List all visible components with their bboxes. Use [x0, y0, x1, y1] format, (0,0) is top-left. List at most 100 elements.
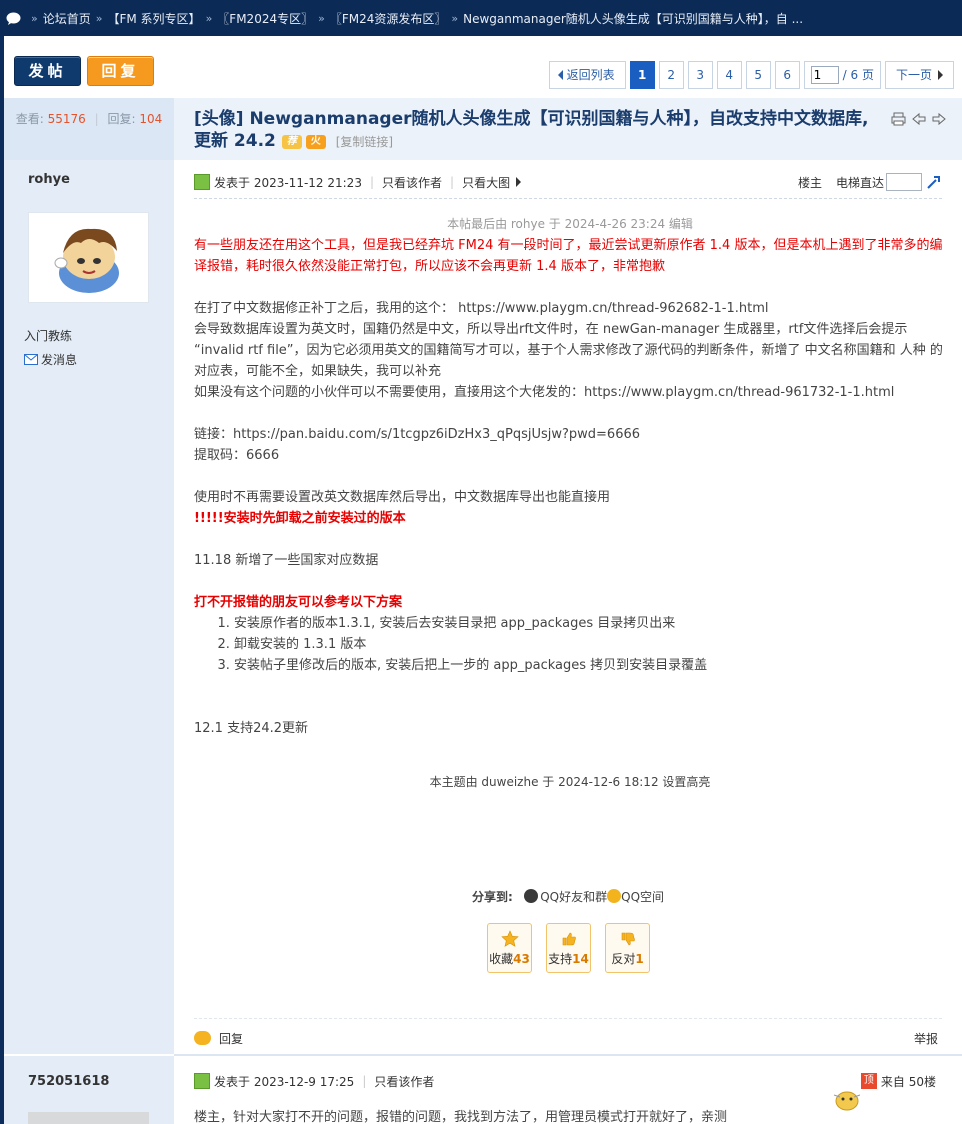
arrow-right-icon — [938, 70, 943, 80]
support-label: 支持 — [548, 952, 573, 966]
next-thread-icon[interactable] — [932, 112, 946, 126]
page-3[interactable]: 3 — [687, 61, 713, 89]
oppose-button[interactable]: 反对1 — [605, 923, 650, 973]
back-to-list-button[interactable]: 返回列表 — [548, 61, 626, 89]
post-date-2: 发表于 2023-12-9 17:25 — [214, 1074, 355, 1089]
arrow-left-icon — [557, 70, 563, 80]
views-count: 55176 — [47, 112, 86, 126]
update-note: 12.1 支持24.2更新 — [194, 721, 309, 736]
fix-steps: 安装原作者的版本1.3.1, 安装后去安装目录把 app_packages 目录… — [234, 613, 946, 676]
report-link[interactable]: 举报 — [914, 1030, 938, 1047]
elevator-input[interactable] — [886, 173, 922, 191]
page-4[interactable]: 4 — [716, 61, 742, 89]
author-name-2[interactable]: 752051618 — [28, 1074, 109, 1089]
thread-title-bar: [头像] Newganmanager随机人头像生成【可识别国籍与人种】，自改支持… — [174, 98, 962, 160]
back-to-list-label: 返回列表 — [566, 68, 615, 82]
views-label: 查看: — [15, 112, 44, 126]
envelope-icon — [24, 354, 38, 365]
caret-right-icon — [516, 177, 522, 187]
large-image-link[interactable]: 只看大图 — [462, 174, 510, 191]
hot-badge: 火 — [305, 135, 326, 149]
breadcrumb-fm-series[interactable]: 【FM 系列专区】 — [107, 10, 200, 27]
page-1[interactable]: 1 — [629, 61, 655, 89]
thread-stats: 查看: 55176 | 回复: 104 — [4, 98, 174, 160]
breadcrumb-current-thread[interactable]: Newganmanager随机人头像生成【可识别国籍与人种】，自 ... — [463, 10, 803, 27]
breadcrumb-home[interactable]: 论坛首页 — [43, 10, 91, 27]
action-bar: 发帖 回复 返回列表 1 2 3 4 5 6 / 6 页 下一页 — [4, 36, 962, 98]
breadcrumb-separator: » — [205, 11, 213, 25]
replies-count: 104 — [139, 112, 163, 126]
post-date: 发表于 2023-11-12 21:23 — [214, 175, 362, 190]
prev-thread-icon[interactable] — [912, 112, 926, 126]
oppose-label: 反对 — [611, 952, 636, 966]
avatar-cartoon-icon — [54, 228, 119, 293]
only-author-link-2[interactable]: 只看该作者 — [374, 1073, 434, 1090]
send-message-label: 发消息 — [41, 353, 78, 367]
forum-home-icon[interactable] — [6, 12, 21, 25]
post-content: 本帖最后由 rohye 于 2024-4-26 23:24 编辑 有一些朋友还在… — [194, 214, 946, 793]
share-qq-link[interactable]: QQ好友和群 — [540, 890, 607, 904]
post-paragraph: 在打了中文数据修正补丁之后，我用的这个： https://www.playgm.… — [194, 301, 769, 316]
list-item: 安装原作者的版本1.3.1, 安装后去安装目录把 app_packages 目录… — [234, 613, 946, 634]
post-paragraph: 会导致数据库设置为英文时，国籍仍然是中文，所以导出rft文件时，在 newGan… — [194, 322, 943, 379]
go-floor-icon[interactable] — [926, 174, 942, 190]
breadcrumb-fm2024[interactable]: 〖FM2024专区〗 — [217, 10, 313, 27]
avatar[interactable] — [28, 212, 149, 303]
reply-link[interactable]: 回复 — [219, 1030, 243, 1047]
list-item: 安装帖子里修改后的版本, 安装后把上一步的 app_packages 拷贝到安装… — [234, 655, 946, 676]
author-name[interactable]: rohye — [28, 172, 70, 187]
avatar-2[interactable] — [28, 1112, 149, 1124]
edit-note: 本帖最后由 rohye 于 2024-4-26 23:24 编辑 — [447, 217, 693, 231]
breadcrumb-fm24-resources[interactable]: 〖FM24资源发布区〗 — [330, 10, 447, 27]
page-jump-input[interactable] — [810, 66, 839, 84]
breadcrumb-separator: » — [318, 11, 325, 25]
share-qzone-link[interactable]: QQ空间 — [621, 890, 664, 904]
only-author-link[interactable]: 只看该作者 — [382, 174, 442, 191]
page-jump: / 6 页 — [803, 61, 881, 89]
support-button[interactable]: 支持14 — [546, 923, 591, 973]
post-meta: 发表于 2023-11-12 21:23 | 只看该作者 | 只看大图 楼主 电… — [194, 172, 942, 192]
thumbs-up-icon — [562, 932, 576, 946]
post-main: [头像] Newganmanager随机人头像生成【可识别国籍与人种】，自改支持… — [174, 98, 962, 1124]
page-6[interactable]: 6 — [774, 61, 800, 89]
favorite-button[interactable]: 收藏43 — [487, 923, 532, 973]
fix-title: 打不开报错的朋友可以参考以下方案 — [194, 595, 403, 610]
post-actions: 回复 举报 — [194, 1028, 942, 1048]
extract-code: 提取码：6666 — [194, 448, 280, 463]
print-icon[interactable] — [891, 112, 906, 126]
copy-link[interactable]: [复制链接] — [336, 135, 393, 149]
pagination: 返回列表 1 2 3 4 5 6 / 6 页 下一页 — [548, 61, 954, 89]
post-notice: 有一些朋友还在用这个工具，但是我已经弃坑 FM24 有一段时间了，最近尝试更新原… — [194, 238, 943, 274]
star-icon — [500, 930, 519, 947]
download-link[interactable]: 链接：https://pan.baidu.com/s/1tcgpz6iDzHx3… — [194, 424, 946, 445]
next-page-label: 下一页 — [895, 68, 932, 82]
reply-button[interactable]: 回复 — [87, 56, 154, 86]
page-2[interactable]: 2 — [658, 61, 684, 89]
support-count: 14 — [572, 952, 589, 966]
favorite-count: 43 — [513, 952, 530, 966]
new-post-button[interactable]: 发帖 — [14, 56, 81, 86]
send-message-link[interactable]: 发消息 — [24, 351, 77, 368]
page-5[interactable]: 5 — [745, 61, 771, 89]
reply-bubble-icon — [194, 1031, 211, 1045]
breadcrumb-separator: » — [451, 11, 459, 25]
replies-label: 回复: — [107, 112, 136, 126]
list-item: 卸载安装的 1.3.1 版本 — [234, 634, 946, 655]
share-bar: 分享到: QQ好友和群 QQ空间 — [174, 888, 962, 905]
recommend-badge: 荐 — [281, 135, 302, 149]
elevator-jump: 电梯直达 — [836, 173, 942, 191]
post-2-text: 楼主，针对大家打不开的问题，报错的问题，我找到方法了，用管理员模式打开就好了，亲… — [194, 1110, 728, 1124]
qq-icon — [524, 889, 539, 903]
online-status-icon — [194, 174, 210, 190]
install-warning: !!!!!安装时先卸载之前安装过的版本 — [194, 511, 406, 526]
breadcrumb-separator: » — [31, 11, 38, 25]
floor-label-2[interactable]: 来自 50楼 — [881, 1073, 936, 1090]
thread-frame: 发帖 回复 返回列表 1 2 3 4 5 6 / 6 页 下一页 查看: 551… — [4, 36, 962, 1124]
favorite-label: 收藏 — [489, 952, 514, 966]
rating-buttons: 收藏43 支持14 反对1 — [487, 923, 650, 973]
post-paragraph: 如果没有这个问题的小伙伴可以不需要使用，直接用这个大佬发的：https://ww… — [194, 385, 895, 400]
next-page-button[interactable]: 下一页 — [884, 61, 954, 89]
breadcrumb-separator: » — [95, 11, 103, 25]
update-note: 11.18 新增了一些国家对应数据 — [194, 553, 379, 568]
moderation-note: 本主题由 duweizhe 于 2024-12-6 18:12 设置高亮 — [429, 775, 711, 789]
